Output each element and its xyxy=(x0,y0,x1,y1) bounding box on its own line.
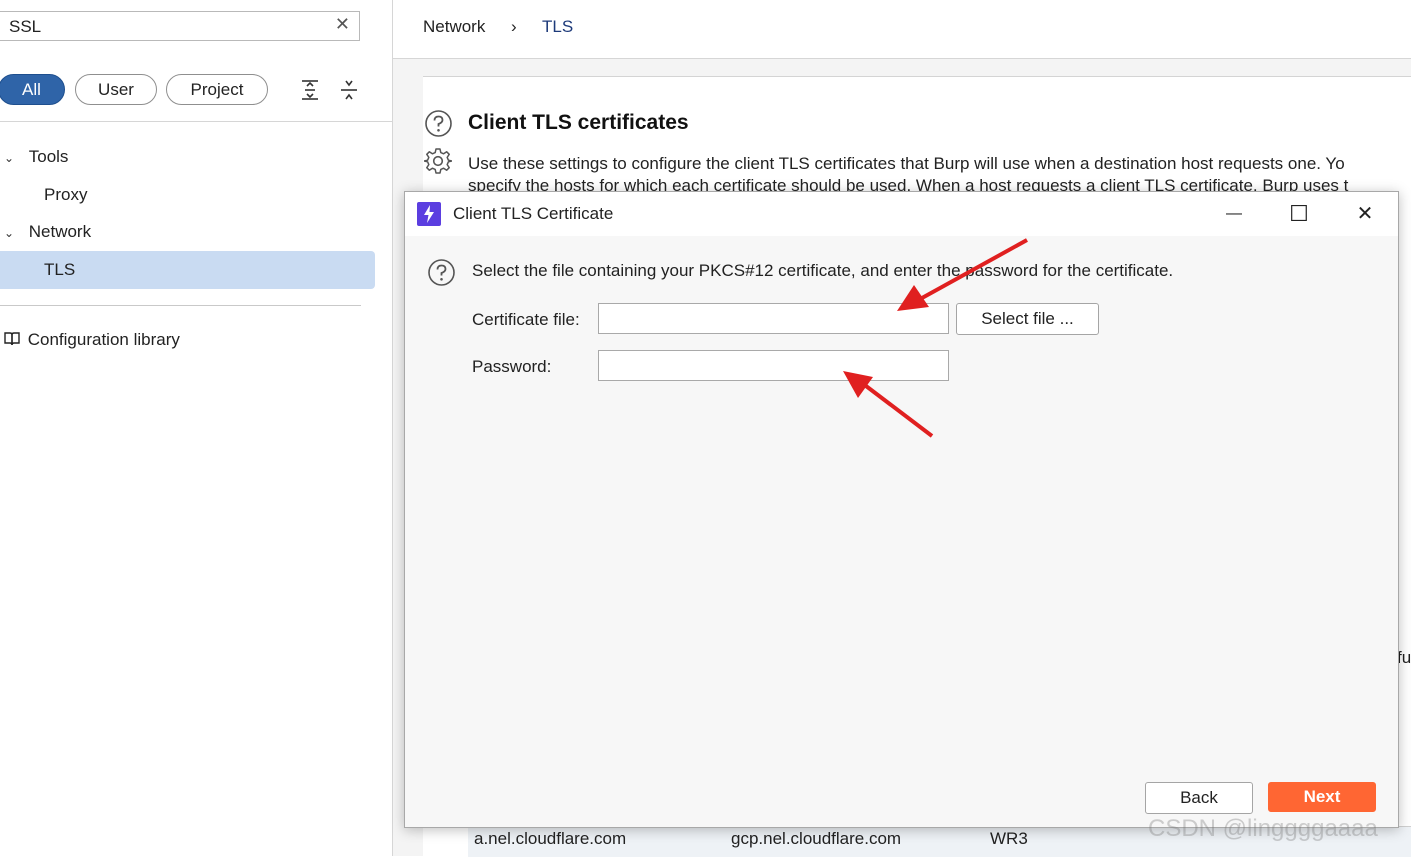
back-button[interactable]: Back xyxy=(1145,782,1253,814)
book-icon xyxy=(4,332,20,346)
table-cell-host: a.nel.cloudflare.com xyxy=(474,829,627,848)
table-cell-host-2: gcp.nel.cloudflare.com xyxy=(731,829,902,848)
tree-item-network-label: Network xyxy=(28,222,92,241)
collapse-all-icon[interactable] xyxy=(338,78,360,102)
clear-search-icon[interactable]: ✕ xyxy=(335,14,350,35)
filter-all-button[interactable]: All xyxy=(0,74,65,105)
certificate-file-label: Certificate file: xyxy=(472,310,580,329)
chevron-down-icon[interactable]: ⌄ xyxy=(4,226,18,240)
section-description-line-1: Use these settings to configure the clie… xyxy=(468,154,1345,173)
cut-off-text-fragment: fu xyxy=(1397,648,1411,667)
dialog-title: Client TLS Certificate xyxy=(453,204,614,223)
configuration-library-label: Configuration library xyxy=(27,330,180,349)
close-button[interactable]: ✕ xyxy=(1345,198,1385,230)
filter-project-button[interactable]: Project xyxy=(166,74,268,105)
search-input[interactable]: SSL ✕ xyxy=(0,11,360,41)
client-tls-certificate-dialog: Client TLS Certificate — ☐ ✕ Select the … xyxy=(404,191,1399,828)
filter-user-button[interactable]: User xyxy=(75,74,157,105)
tree-item-network[interactable]: ⌄ Network xyxy=(4,222,91,242)
search-input-value[interactable]: SSL xyxy=(9,17,41,37)
table-cell-issuer: WR3 xyxy=(990,829,1028,848)
configuration-library-link[interactable]: Configuration library xyxy=(4,330,180,350)
password-label: Password: xyxy=(472,357,552,376)
select-file-button[interactable]: Select file ... xyxy=(956,303,1099,335)
tree-divider xyxy=(0,305,361,306)
section-title: Client TLS certificates xyxy=(468,111,689,134)
watermark: CSDN @linggggaaaa xyxy=(1148,815,1378,842)
dialog-titlebar[interactable]: Client TLS Certificate — ☐ ✕ xyxy=(405,192,1398,236)
breadcrumb-separator-icon: › xyxy=(511,17,517,36)
dialog-instructions: Select the file containing your PKCS#12 … xyxy=(472,261,1174,280)
filter-divider xyxy=(0,121,392,122)
tree-item-proxy[interactable]: Proxy xyxy=(44,185,87,205)
breadcrumb-network[interactable]: Network xyxy=(423,17,485,37)
settings-sidebar: SSL ✕ All User Project ⌄ Tools Proxy ⌄ N… xyxy=(0,0,393,856)
next-button[interactable]: Next xyxy=(1268,782,1376,812)
certificate-file-input[interactable] xyxy=(598,303,949,334)
tree-item-tls[interactable]: TLS xyxy=(44,260,75,280)
password-input[interactable] xyxy=(598,350,949,381)
breadcrumb-tls[interactable]: TLS xyxy=(542,17,573,37)
maximize-button[interactable]: ☐ xyxy=(1279,198,1319,230)
help-icon[interactable] xyxy=(427,258,456,287)
tree-item-tools[interactable]: ⌄ Tools xyxy=(4,147,68,167)
gear-icon[interactable] xyxy=(424,147,452,175)
help-icon[interactable] xyxy=(424,109,453,138)
tree-item-tools-label: Tools xyxy=(28,147,69,166)
burp-app-icon xyxy=(417,202,441,226)
minimize-button[interactable]: — xyxy=(1214,198,1254,230)
expand-all-icon[interactable] xyxy=(299,78,321,102)
chevron-down-icon[interactable]: ⌄ xyxy=(4,151,18,165)
